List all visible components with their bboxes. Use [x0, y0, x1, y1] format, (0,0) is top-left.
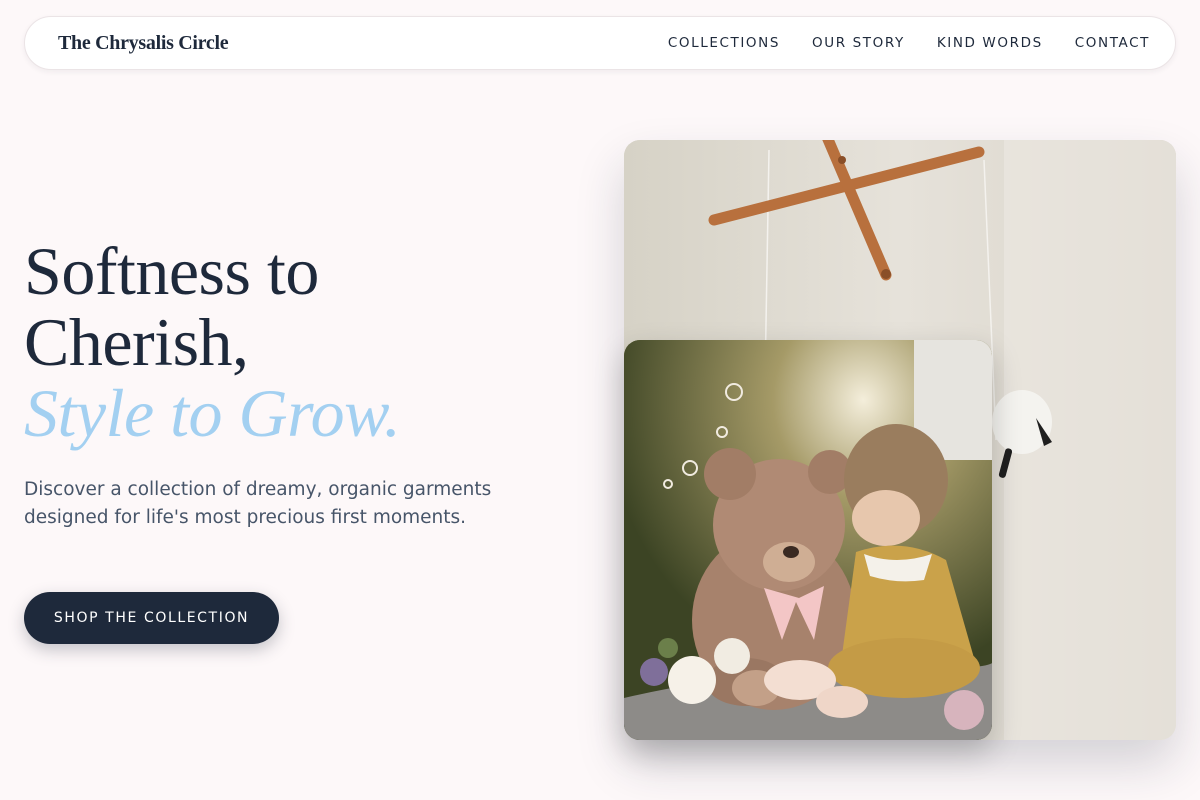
hero-title-line-1: Softness to — [24, 233, 319, 309]
nav-link-contact[interactable]: CONTACT — [1075, 35, 1150, 51]
hero-title-accent: Style to Grow. — [24, 375, 401, 451]
nav-links: COLLECTIONS OUR STORY KIND WORDS CONTACT — [636, 35, 1150, 51]
nav-link-our-story[interactable]: OUR STORY — [812, 35, 905, 51]
hero-description: Discover a collection of dreamy, organic… — [24, 479, 492, 528]
shop-collection-button[interactable]: SHOP THE COLLECTION — [24, 592, 279, 644]
brand-logo[interactable]: The Chrysalis Circle — [58, 32, 229, 55]
top-nav: The Chrysalis Circle COLLECTIONS OUR STO… — [24, 16, 1176, 70]
nav-link-collections[interactable]: COLLECTIONS — [668, 35, 780, 51]
teddy-bear-illustration — [624, 340, 992, 740]
hero-title-line-2: Cherish, — [24, 304, 249, 380]
nav-link-kind-words[interactable]: KIND WORDS — [937, 35, 1043, 51]
hero-title: Softness to Cherish, Style to Grow. — [24, 233, 401, 451]
teddy-bear-photo — [624, 340, 992, 740]
